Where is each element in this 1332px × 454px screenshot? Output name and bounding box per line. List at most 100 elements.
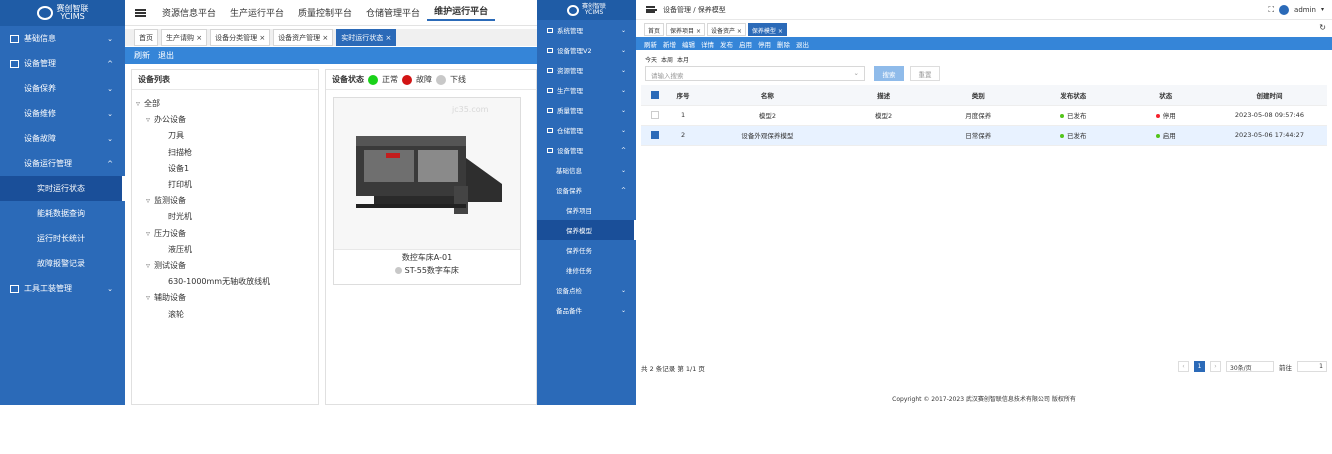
sidebar-item[interactable]: 设备故障 ⌄	[0, 126, 125, 151]
sidebar-item[interactable]: 生产管理 ⌄	[537, 80, 636, 100]
sidebar-item[interactable]: 设备运行管理 ^	[0, 151, 125, 176]
reset-button[interactable]: 重置	[910, 66, 940, 81]
sidebar-item[interactable]: 系统管理 ⌄	[537, 20, 636, 40]
toolbar-button[interactable]: 发布	[720, 39, 733, 49]
toolbar-button[interactable]: 刷新	[644, 39, 657, 49]
platform-tab[interactable]: 仓储管理平台	[359, 6, 427, 19]
search-button[interactable]: 搜索	[874, 66, 904, 81]
select-all-checkbox[interactable]	[650, 90, 659, 99]
page-tab[interactable]: 实时运行状态 ×	[336, 29, 397, 46]
close-icon[interactable]: ×	[194, 34, 202, 42]
tree-node[interactable]: 打印机	[136, 177, 314, 193]
tree-node[interactable]: ▿ 监测设备	[136, 193, 314, 209]
caret-down-icon[interactable]: ▿	[146, 229, 150, 238]
menu-toggle-icon[interactable]	[646, 6, 657, 13]
search-input[interactable]: 请输入搜索 ⌄	[645, 66, 865, 81]
platform-tab[interactable]: 质量控制平台	[291, 6, 359, 19]
toolbar-button[interactable]: 删除	[777, 39, 790, 49]
tree-node[interactable]: 刀具	[136, 128, 314, 144]
page-tab[interactable]: 保养项目 ×	[666, 23, 705, 36]
toolbar-button[interactable]: 停用	[758, 39, 771, 49]
toolbar-button[interactable]: 退出	[796, 39, 809, 49]
tree-node[interactable]: 设备1	[136, 161, 314, 177]
sidebar-item[interactable]: 设备管理V2 ⌄	[537, 40, 636, 60]
sidebar-item[interactable]: 设备点检 ⌄	[537, 280, 636, 300]
close-icon[interactable]: ×	[257, 34, 265, 42]
page-tab[interactable]: 生产请购 ×	[161, 29, 208, 46]
sidebar-item[interactable]: 基础信息 ⌄	[537, 160, 636, 180]
page-tab[interactable]: 首页	[644, 23, 665, 36]
goto-page-input[interactable]: 1	[1297, 361, 1327, 372]
tree-node[interactable]: 扫描枪	[136, 145, 314, 161]
sidebar-item[interactable]: 设备管理 ^	[537, 140, 636, 160]
page-tab[interactable]: 设备资产 ×	[706, 23, 746, 36]
sidebar-item[interactable]: 保养模型	[537, 220, 636, 240]
tree-node[interactable]: ▿ 测试设备	[136, 258, 314, 274]
tree-node[interactable]: 滚轮	[136, 307, 314, 323]
sidebar-item[interactable]: 仓储管理 ⌄	[537, 120, 636, 140]
refresh-button[interactable]: 刷新	[134, 50, 150, 61]
username[interactable]: admin	[1294, 6, 1316, 14]
fullscreen-icon[interactable]: ⛶	[1268, 5, 1274, 15]
exit-button[interactable]: 退出	[158, 50, 174, 61]
close-icon[interactable]: ×	[694, 28, 701, 35]
page-tab[interactable]: 首页	[134, 29, 158, 46]
caret-down-icon[interactable]: ▿	[146, 115, 150, 124]
platform-tab[interactable]: 资源信息平台	[155, 6, 223, 19]
sidebar-item[interactable]: 工具工装管理 ⌄	[0, 276, 125, 301]
quick-filter[interactable]: 本周	[661, 55, 673, 64]
page-button[interactable]: 1	[1194, 361, 1205, 372]
tree-node[interactable]: ▿ 辅助设备	[136, 290, 314, 306]
tree-node[interactable]: ▿ 全部	[136, 96, 314, 112]
row-checkbox[interactable]	[650, 111, 659, 119]
sidebar-item[interactable]: 维修任务	[537, 260, 636, 280]
page-tab[interactable]: 设备分类管理 ×	[210, 29, 271, 46]
caret-down-icon[interactable]: ▿	[146, 196, 150, 205]
toolbar-button[interactable]: 编辑	[682, 39, 695, 49]
avatar[interactable]	[1279, 4, 1290, 15]
table-row[interactable]: 1 模型2 模型2 月度保养 已发布 停用 2023-05-08 09:57:46	[641, 105, 1327, 126]
close-icon[interactable]: ×	[776, 28, 783, 35]
platform-tab[interactable]: 维护运行平台	[427, 4, 496, 21]
page-size-select[interactable]: 30条/页	[1226, 361, 1274, 372]
caret-down-icon[interactable]: ▿	[146, 261, 150, 270]
page-tab[interactable]: 保养模型 ×	[747, 23, 787, 36]
chevron-down-icon[interactable]: ▾	[1321, 6, 1324, 13]
quick-filter[interactable]: 本月	[677, 55, 689, 64]
caret-down-icon[interactable]: ▿	[136, 99, 140, 108]
toolbar-button[interactable]: 启用	[739, 39, 752, 49]
row-checkbox[interactable]	[650, 131, 659, 139]
sidebar-item[interactable]: 保养项目	[537, 200, 636, 220]
toolbar-button[interactable]: 详情	[701, 39, 714, 49]
table-row[interactable]: 2 设备外观保养模型 日常保养 已发布 启用 2023-05-06 17:44:27	[641, 125, 1327, 146]
next-page-button[interactable]: ›	[1210, 361, 1221, 372]
menu-toggle-icon[interactable]	[135, 8, 146, 17]
tree-node[interactable]: ▿ 压力设备	[136, 226, 314, 242]
tree-node[interactable]: 时光机	[136, 209, 314, 225]
sidebar-item[interactable]: 保养任务	[537, 240, 636, 260]
quick-filter[interactable]: 今天	[645, 55, 657, 64]
sidebar-item[interactable]: 实时运行状态	[0, 176, 125, 201]
tree-node[interactable]: ▿ 办公设备	[136, 112, 314, 128]
close-icon[interactable]: ×	[735, 28, 742, 35]
toolbar-button[interactable]: 新增	[663, 39, 676, 49]
sidebar-item[interactable]: 设备保养 ⌄	[0, 76, 125, 101]
close-icon[interactable]: ×	[320, 34, 328, 42]
close-icon[interactable]: ×	[383, 34, 392, 42]
caret-down-icon[interactable]: ▿	[146, 293, 150, 302]
device-card[interactable]: jc35.com 数控车床A-01 ST-55数字车床	[333, 97, 521, 285]
prev-page-button[interactable]: ‹	[1178, 361, 1189, 372]
platform-tab[interactable]: 生产运行平台	[223, 6, 291, 19]
sidebar-item[interactable]: 设备维修 ⌄	[0, 101, 125, 126]
sidebar-item[interactable]: 基础信息 ⌄	[0, 26, 125, 51]
tree-node[interactable]: 630-1000mm无轴收放线机	[136, 274, 314, 290]
sidebar-item[interactable]: 设备保养 ^	[537, 180, 636, 200]
reload-icon[interactable]: ↻	[1319, 23, 1326, 32]
sidebar-item[interactable]: 运行时长统计	[0, 226, 125, 251]
sidebar-item[interactable]: 设备管理 ^	[0, 51, 125, 76]
sidebar-item[interactable]: 备品备件 ⌄	[537, 300, 636, 320]
page-tab[interactable]: 设备资产管理 ×	[273, 29, 334, 46]
sidebar-item[interactable]: 故障报警记录	[0, 251, 125, 276]
sidebar-item[interactable]: 质量管理 ⌄	[537, 100, 636, 120]
tree-node[interactable]: 液压机	[136, 242, 314, 258]
